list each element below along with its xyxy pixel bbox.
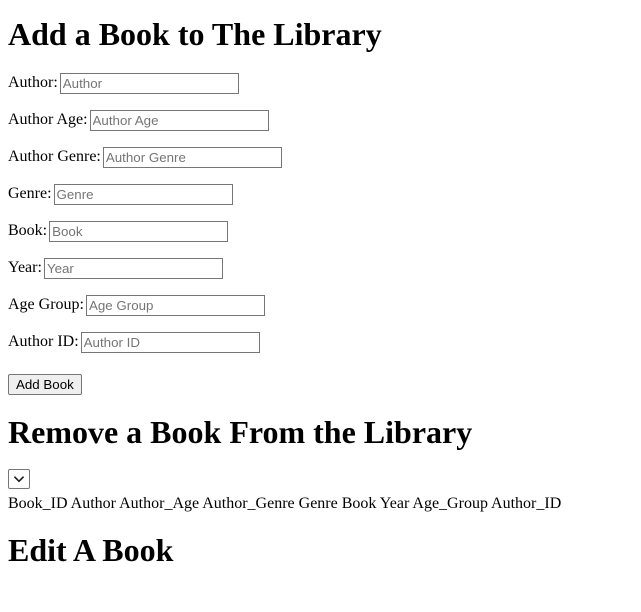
add-book-button[interactable]: Add Book [8,374,82,395]
add-book-heading: Add a Book to The Library [8,16,382,52]
author-age-label: Author Age: [8,111,88,128]
author-label: Author: [8,74,58,91]
add-book-form: Author: Author Age: Author Genre: Genre:… [8,71,633,395]
form-row-author-id: Author ID: [8,330,633,353]
year-input[interactable] [43,257,223,279]
form-row-genre: Genre: [8,182,633,205]
author-input[interactable] [59,72,239,94]
remove-book-select[interactable] [8,469,30,489]
form-row-book: Book: [8,219,633,242]
edit-book-heading: Edit A Book [8,532,174,568]
form-row-author-genre: Author Genre: [8,145,633,168]
year-label: Year: [8,259,42,276]
author-genre-input[interactable] [102,146,282,168]
book-input[interactable] [49,220,229,242]
form-row-age-group: Age Group: [8,293,633,316]
book-columns-header: Book_ID Author Author_Age Author_Genre G… [8,495,562,512]
age-group-label: Age Group: [8,296,84,313]
chevron-down-icon [14,475,24,483]
book-label: Book: [8,222,48,239]
genre-label: Genre: [8,185,52,202]
remove-book-heading: Remove a Book From the Library [8,414,473,450]
author-id-label: Author ID: [8,333,79,350]
remove-book-select-wrap [8,469,30,489]
age-group-input[interactable] [85,294,265,316]
library-page: Add a Book to The Library Author: Author… [0,18,641,566]
form-row-author: Author: [8,71,633,94]
add-book-button-row: Add Book [8,374,633,395]
form-row-year: Year: [8,256,633,279]
genre-input[interactable] [53,183,233,205]
author-id-input[interactable] [80,331,260,353]
author-age-input[interactable] [89,109,269,131]
author-genre-label: Author Genre: [8,148,101,165]
form-row-author-age: Author Age: [8,108,633,131]
